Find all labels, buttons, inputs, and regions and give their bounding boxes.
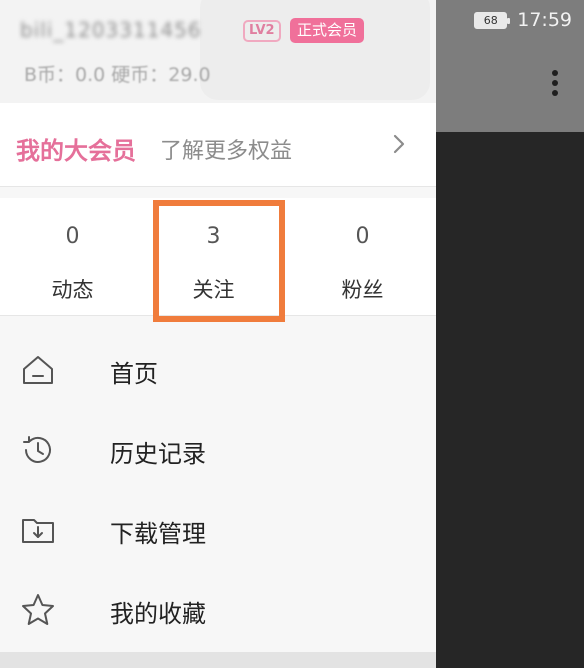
more-options-icon[interactable] bbox=[549, 70, 561, 102]
history-icon bbox=[23, 436, 51, 463]
menu-label: 首页 bbox=[110, 360, 158, 388]
stat-label: 粉丝 bbox=[341, 278, 384, 302]
coin-balance: B币：0.0 硬币：29.0 bbox=[24, 64, 211, 86]
vip-membership-row[interactable]: 我的大会员 了解更多权益 bbox=[0, 103, 436, 187]
member-badge: 正式会员 bbox=[290, 18, 365, 43]
battery-icon: 68 bbox=[474, 11, 511, 29]
level-badge: LV2 bbox=[243, 20, 281, 42]
stat-value: 0 bbox=[355, 224, 370, 249]
profile-header[interactable]: bili_1203311456 LV2 正式会员 B币：0.0 硬币：29.0 bbox=[0, 0, 436, 103]
drawer-menu: 首页 历史记录 下载管理 我的收藏 bbox=[0, 332, 436, 652]
download-folder-icon bbox=[22, 519, 54, 543]
menu-label: 我的收藏 bbox=[110, 600, 206, 628]
username[interactable]: bili_1203311456 bbox=[20, 18, 202, 42]
menu-item-home[interactable]: 首页 bbox=[0, 332, 436, 412]
menu-label: 历史记录 bbox=[110, 440, 206, 468]
stat-dynamics[interactable]: 0 动态 bbox=[0, 198, 145, 316]
header-decoration bbox=[200, 0, 430, 100]
drawer-bottom-divider bbox=[0, 652, 436, 668]
stat-value: 0 bbox=[65, 224, 80, 249]
star-icon bbox=[22, 594, 54, 625]
navigation-drawer: bili_1203311456 LV2 正式会员 B币：0.0 硬币：29.0 … bbox=[0, 0, 436, 668]
home-icon bbox=[23, 356, 53, 384]
menu-item-downloads[interactable]: 下载管理 bbox=[0, 492, 436, 572]
highlight-box bbox=[153, 200, 285, 322]
stat-followers[interactable]: 0 粉丝 bbox=[290, 198, 435, 316]
status-time: 17:59 bbox=[517, 9, 572, 31]
chevron-right-icon bbox=[393, 134, 405, 154]
status-bar: 68 17:59 bbox=[436, 0, 584, 40]
menu-item-history[interactable]: 历史记录 bbox=[0, 412, 436, 492]
stat-label: 动态 bbox=[51, 278, 94, 302]
menu-label: 下载管理 bbox=[110, 520, 206, 548]
vip-subtitle: 了解更多权益 bbox=[160, 139, 293, 164]
menu-item-favorites[interactable]: 我的收藏 bbox=[0, 572, 436, 652]
dimmed-content[interactable] bbox=[436, 132, 584, 668]
vip-title: 我的大会员 bbox=[16, 137, 136, 165]
